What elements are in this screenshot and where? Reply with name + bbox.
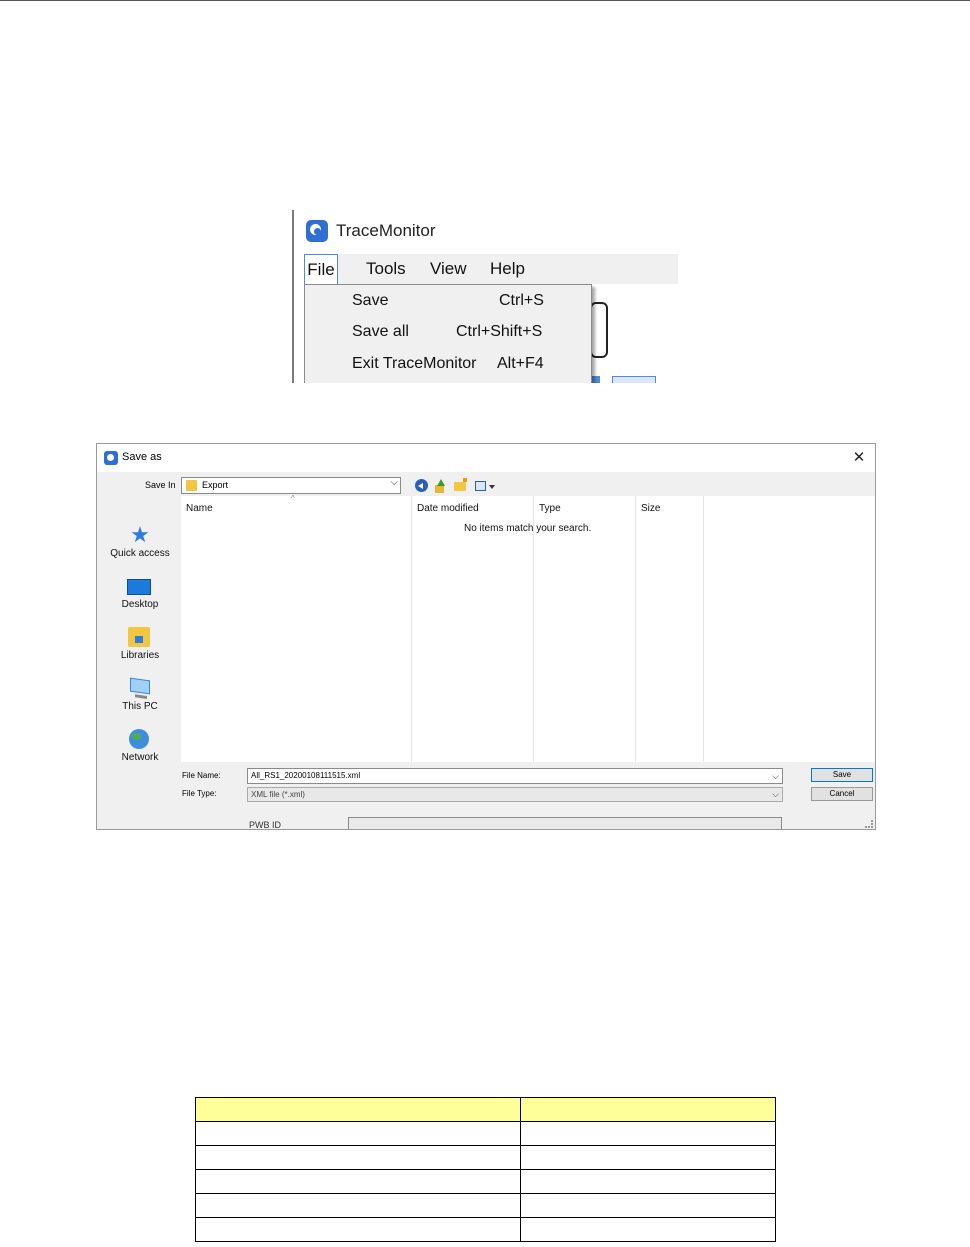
place-label: This PC: [122, 701, 158, 712]
dialog-title: Save as: [122, 451, 162, 463]
table-cell: [520, 1145, 776, 1170]
table-header-row: [195, 1097, 776, 1122]
save-in-label: Save In: [145, 480, 176, 490]
table-cell: [520, 1121, 776, 1146]
menu-item-exit[interactable]: Exit TraceMonitor Alt+F4: [352, 349, 582, 379]
table-row: [195, 1217, 776, 1242]
chevron-down-icon: ⌵: [390, 477, 398, 488]
view-menu-icon[interactable]: [475, 478, 495, 494]
table-cell: [195, 1217, 521, 1242]
file-name-value: All_RS1_20200108111515.xml: [251, 771, 361, 780]
table-row: [195, 1169, 776, 1194]
new-folder-icon[interactable]: [453, 478, 467, 494]
place-this-pc[interactable]: This PC: [103, 677, 177, 723]
place-label: Libraries: [120, 650, 160, 661]
this-pc-icon: [130, 677, 150, 695]
menu-item-save[interactable]: Save Ctrl+S: [352, 286, 582, 316]
column-header-type[interactable]: Type: [539, 503, 561, 514]
resize-grip-icon[interactable]: [865, 820, 873, 828]
tracemonitor-logo-icon: [306, 220, 328, 242]
table-cell: [520, 1097, 776, 1122]
menu-file[interactable]: File: [304, 254, 338, 285]
tracemonitor-titlebar: TraceMonitor: [306, 219, 436, 243]
close-icon[interactable]: ✕: [843, 444, 875, 472]
column-header-date-modified[interactable]: Date modified: [417, 503, 479, 514]
column-header-name[interactable]: Name: [186, 503, 213, 514]
up-folder-icon[interactable]: [434, 478, 446, 494]
place-label: Quick access: [110, 548, 170, 559]
save-in-dropdown[interactable]: Export ⌵: [181, 477, 401, 494]
app-title: TraceMonitor: [336, 221, 436, 240]
file-list[interactable]: Name ^ Date modified Type Size No items …: [181, 494, 875, 762]
menu-item-shortcut: Alt+F4: [497, 355, 544, 372]
table-cell: [520, 1217, 776, 1242]
table-cell: [520, 1193, 776, 1218]
page-top-rule: [0, 0, 970, 1]
tracemonitor-window-snapshot: TraceMonitor File Tools View Help Save C…: [292, 210, 678, 383]
background-widget: [612, 376, 656, 383]
menu-item-shortcut: Ctrl+Shift+S: [456, 323, 543, 340]
file-name-input[interactable]: All_RS1_20200108111515.xml ⌵: [247, 768, 783, 784]
table-cell: [195, 1121, 521, 1146]
chevron-down-icon: ⌵: [772, 789, 779, 799]
cancel-button[interactable]: Cancel: [811, 787, 873, 801]
menu-item-label: Exit TraceMonitor: [352, 355, 477, 372]
table-cell: [520, 1169, 776, 1194]
place-network[interactable]: Network: [103, 728, 177, 774]
table-cell: [195, 1145, 521, 1170]
save-in-value: Export: [202, 480, 229, 490]
blank-table: [195, 1097, 776, 1242]
folder-icon: [186, 480, 197, 491]
table-row: [195, 1145, 776, 1170]
place-desktop[interactable]: Desktop: [103, 575, 177, 621]
column-date-modified: Date modified: [412, 496, 534, 762]
network-icon: [129, 729, 149, 749]
background-widget: [592, 376, 600, 383]
menu-item-label: Save all: [352, 323, 409, 340]
menu-view[interactable]: View: [430, 254, 467, 284]
quick-access-icon: ★: [130, 522, 150, 547]
tracemonitor-app-icon: [104, 451, 118, 465]
table-row: [195, 1121, 776, 1146]
file-type-select[interactable]: XML file (*.xml) ⌵: [247, 787, 783, 802]
menu-item-save-all[interactable]: Save all Ctrl+Shift+S: [352, 317, 582, 347]
empty-message: No items match your search.: [464, 523, 592, 534]
menu-item-label: Save: [352, 292, 389, 309]
libraries-icon: [128, 627, 150, 647]
window-edge: [292, 210, 294, 383]
back-icon[interactable]: [415, 479, 428, 492]
table-cell: [195, 1097, 521, 1122]
file-menu-dropdown: Save Ctrl+S Save all Ctrl+Shift+S Exit T…: [304, 284, 592, 383]
pwb-id-field[interactable]: [348, 817, 782, 829]
place-quick-access[interactable]: ★ Quick access: [103, 524, 177, 570]
table-cell: [195, 1169, 521, 1194]
column-size: Size: [636, 496, 704, 762]
file-type-value: XML file (*.xml): [251, 790, 305, 799]
places-bar: ★ Quick access Desktop Libraries This PC…: [103, 524, 177, 802]
place-label: Desktop: [121, 599, 159, 610]
save-button[interactable]: Save: [811, 768, 873, 782]
table-row: [195, 1193, 776, 1218]
place-label: Network: [121, 752, 159, 763]
table-cell: [195, 1193, 521, 1218]
column-type: Type: [534, 496, 636, 762]
menu-help[interactable]: Help: [490, 254, 525, 284]
save-as-dialog: Save as ✕ Save In Export ⌵ ★ Quick acces…: [96, 443, 876, 830]
background-widget: [590, 302, 608, 358]
pwb-id-label: PWB ID: [249, 820, 282, 830]
file-name-label: File Name:: [182, 771, 221, 780]
menu-item-shortcut: Ctrl+S: [499, 292, 544, 309]
file-type-label: File Type:: [182, 789, 217, 798]
menu-tools[interactable]: Tools: [366, 254, 406, 284]
menubar: File Tools View Help: [304, 254, 678, 285]
chevron-down-icon[interactable]: ⌵: [772, 769, 779, 783]
place-libraries[interactable]: Libraries: [103, 626, 177, 672]
dialog-titlebar: Save as ✕: [97, 444, 875, 472]
column-name: Name ^: [181, 494, 412, 762]
column-header-size[interactable]: Size: [641, 503, 660, 514]
desktop-icon: [127, 579, 151, 595]
dialog-body: Save In Export ⌵ ★ Quick access Desktop …: [97, 472, 875, 830]
sort-caret-icon: ^: [291, 494, 295, 503]
